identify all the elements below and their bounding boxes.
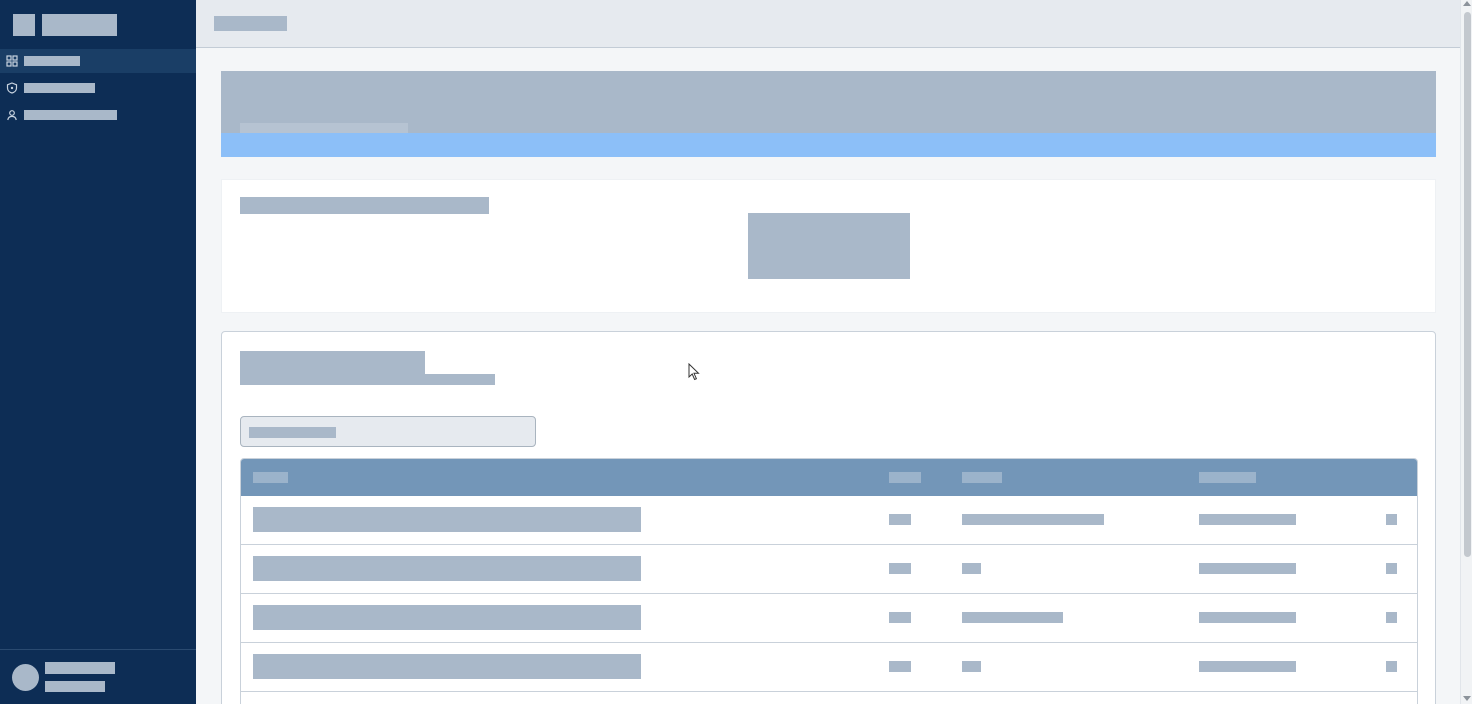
row-action-icon[interactable] [1386,514,1397,525]
page-banner [221,71,1436,157]
table-cell [889,612,911,623]
search-input[interactable] [240,416,536,447]
table-cell [889,514,911,525]
vertical-scrollbar[interactable] [1460,0,1472,704]
column-header[interactable] [962,472,1002,483]
table-cell [253,654,641,679]
sidebar-item-label [24,83,95,93]
table-cell [962,514,1104,525]
data-table [240,458,1418,704]
list-card-subtitle [425,374,495,385]
user-icon [7,110,17,121]
sidebar-item-security[interactable] [0,76,196,100]
avatar[interactable] [12,664,39,691]
banner-accent-strip [221,133,1436,157]
column-header[interactable] [253,472,288,483]
table-cell [1199,563,1296,574]
shield-icon [6,82,18,94]
row-action-icon[interactable] [1386,661,1397,672]
table-cell [889,661,911,672]
sidebar-divider [0,649,196,650]
mouse-cursor-icon [688,363,700,381]
table-row[interactable] [241,496,1417,545]
sidebar-item-users[interactable] [0,103,196,127]
summary-card-title [240,197,489,214]
table-cell [1199,514,1296,525]
row-action-icon[interactable] [1386,612,1397,623]
table-row[interactable] [241,545,1417,594]
table-cell [962,661,981,672]
scrollbar-thumb[interactable] [1464,12,1471,557]
sidebar-item-dashboard[interactable] [0,49,196,73]
column-header[interactable] [1199,472,1256,483]
table-cell [253,605,641,630]
sidebar-item-label [24,56,80,66]
table-cell [253,556,641,581]
list-card [221,331,1436,704]
summary-card-content [748,213,910,279]
table-cell [1199,612,1296,623]
row-action-icon[interactable] [1386,563,1397,574]
search-placeholder [249,427,336,438]
table-header [241,459,1417,496]
banner-subtitle [240,123,408,133]
user-role [45,681,105,692]
table-row[interactable] [241,643,1417,692]
top-bar [196,0,1460,48]
brand-name [42,14,117,36]
sidebar-item-label [24,110,117,120]
scroll-up-icon[interactable] [1463,1,1471,6]
table-row[interactable] [241,594,1417,643]
app-window [0,0,1472,704]
summary-card [221,179,1436,313]
column-header[interactable] [889,472,921,483]
list-card-title [240,351,425,385]
sidebar [0,0,196,704]
table-cell [962,563,981,574]
table-cell [889,563,911,574]
grid-icon [6,55,18,67]
user-name [45,662,115,674]
table-cell [1199,661,1296,672]
table-cell [962,612,1063,623]
brand-logo[interactable] [13,14,35,36]
table-cell [253,507,641,532]
scroll-down-icon[interactable] [1463,696,1471,701]
page-title [214,16,287,31]
